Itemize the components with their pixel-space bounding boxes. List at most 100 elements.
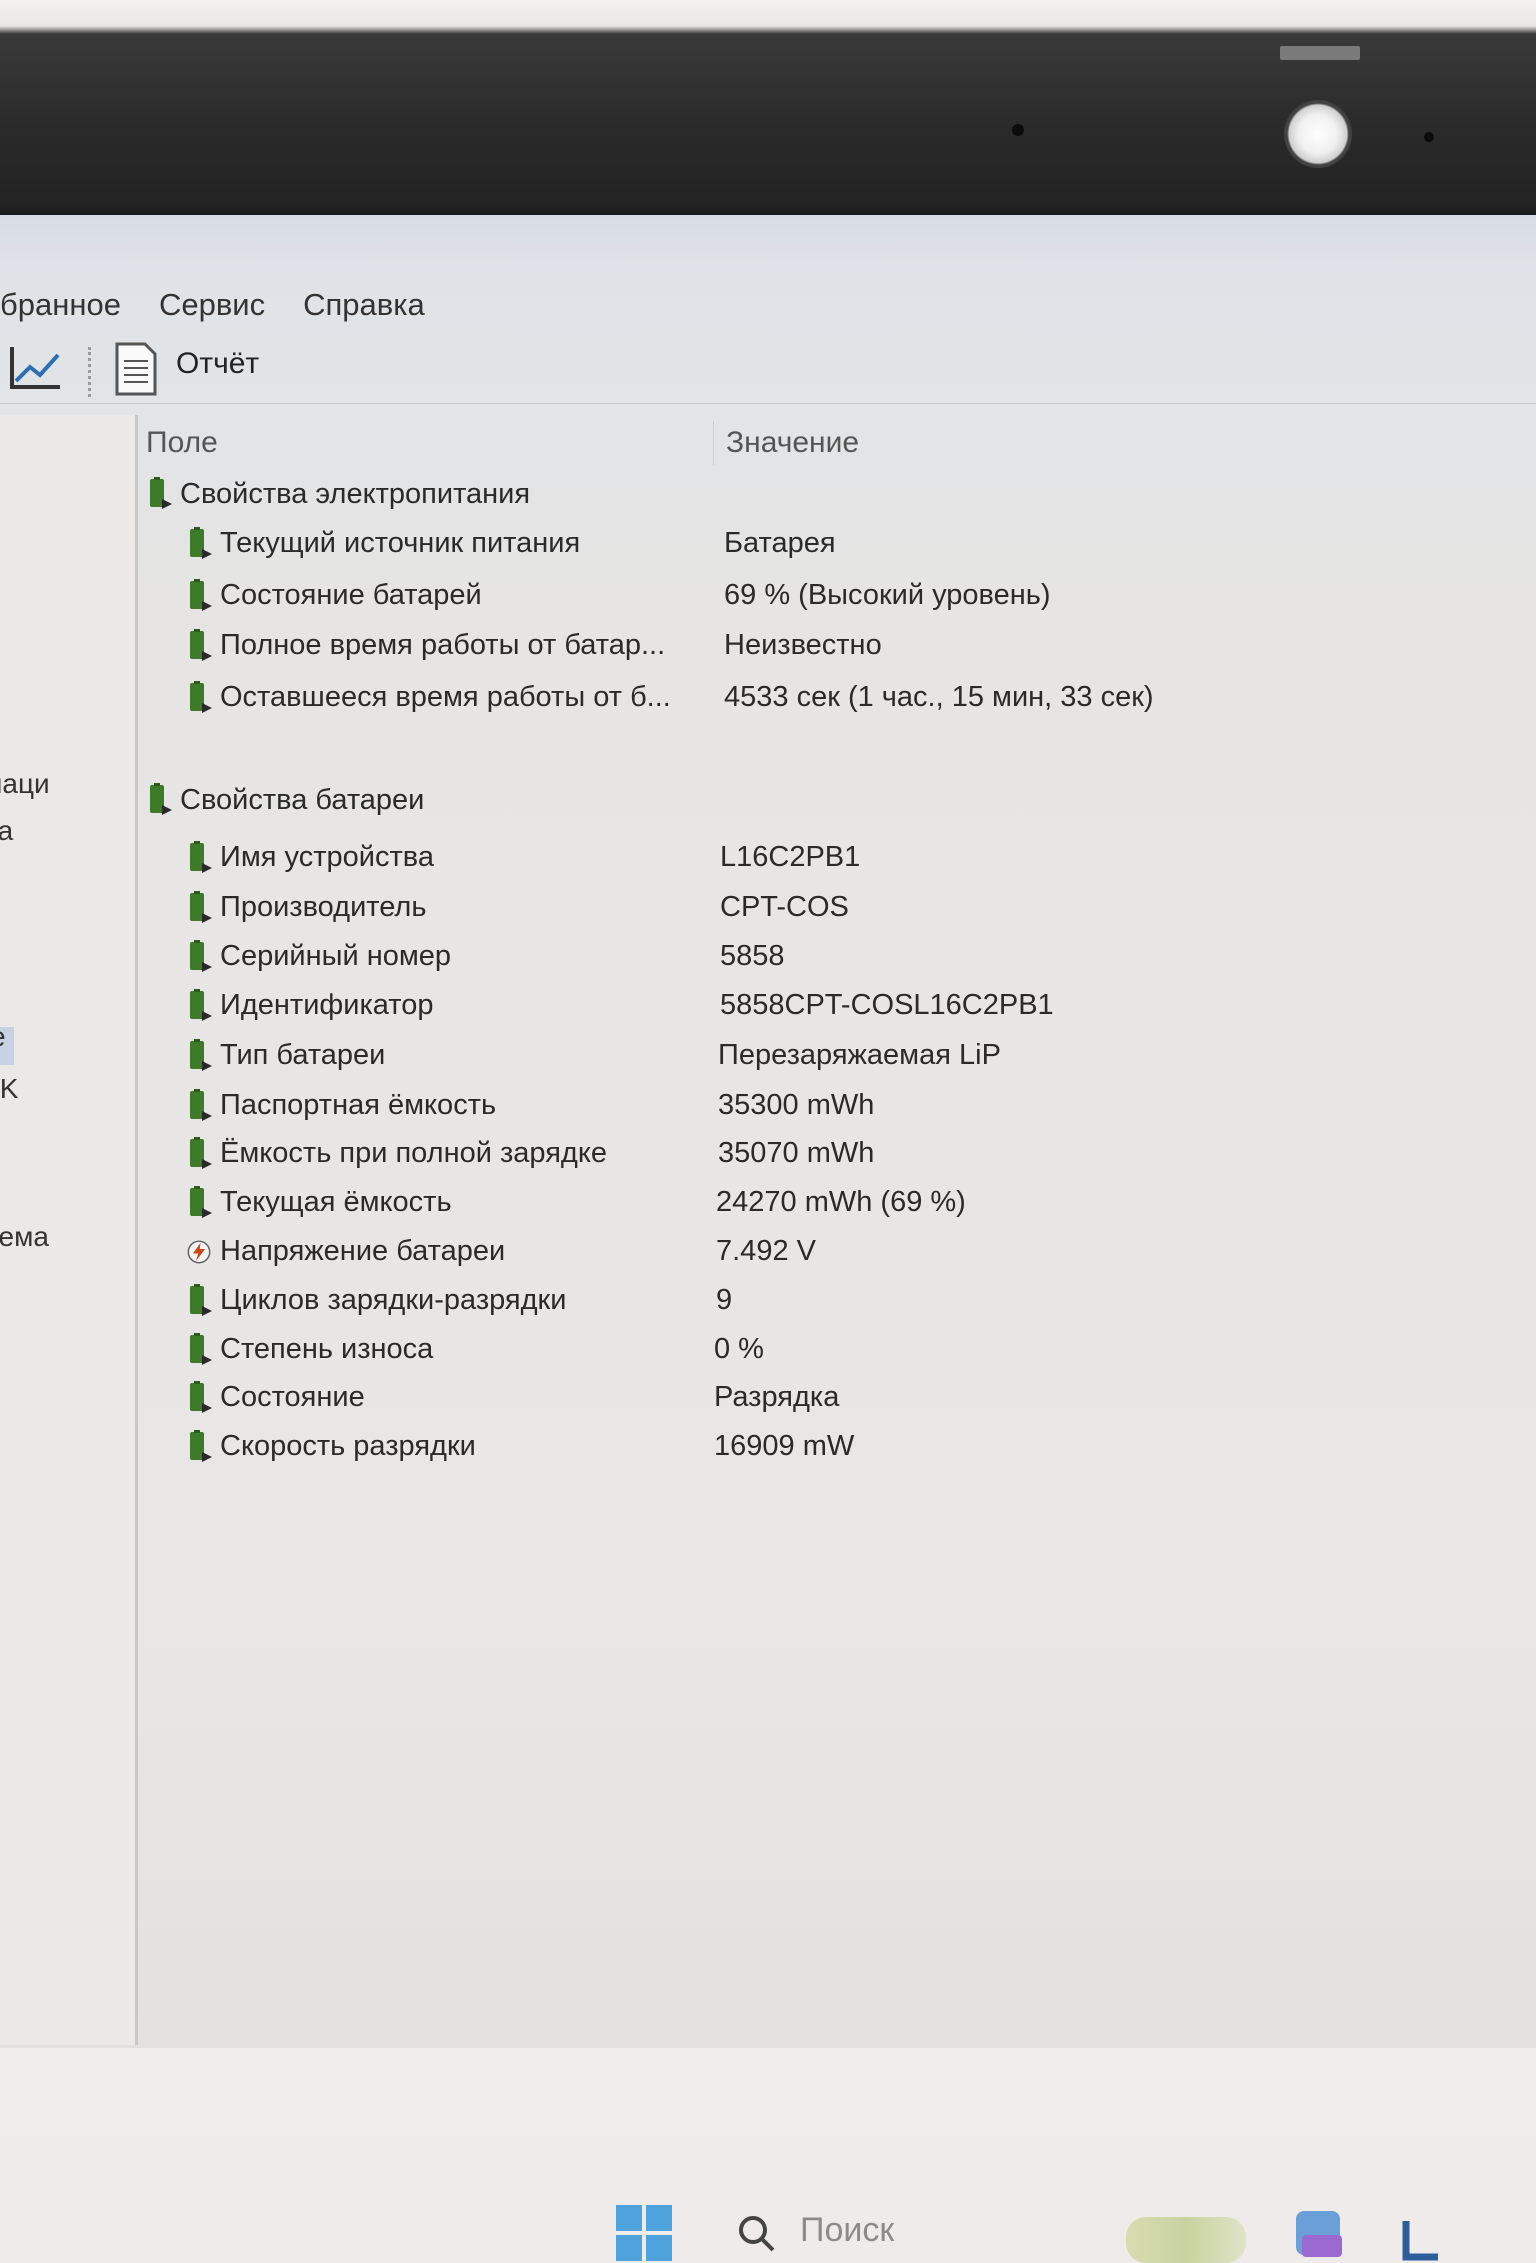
property-value: Батарея	[724, 527, 836, 559]
menu-help[interactable]: Справка	[303, 282, 425, 328]
property-field-label: Идентификатор	[220, 989, 434, 1021]
property-field: Производитель	[186, 885, 426, 929]
menu-favorites[interactable]: бранное	[0, 282, 121, 328]
laptop-bezel	[0, 0, 1536, 215]
property-field-label: Ёмкость при полной зарядке	[220, 1137, 607, 1169]
property-row[interactable]: Циклов зарядки-разрядки 9	[186, 1278, 1486, 1322]
property-value: Разрядка	[714, 1381, 840, 1413]
property-value: 5858	[720, 940, 785, 972]
property-value: Неизвестно	[724, 629, 882, 661]
property-value: 5858CPT-COSL16C2PB1	[720, 989, 1054, 1021]
left-panel-item[interactable]: стема	[0, 1221, 49, 1253]
report-button[interactable]: Отчёт	[176, 347, 259, 381]
property-field-label: Паспортная ёмкость	[220, 1089, 497, 1121]
property-field: Напряжение батареи	[186, 1229, 505, 1273]
column-header-value[interactable]: Значение	[726, 415, 859, 471]
property-row[interactable]: Серийный номер 5858	[186, 934, 1486, 978]
app-icon[interactable]	[1290, 2207, 1350, 2263]
left-panel-item[interactable]: ра	[0, 815, 13, 847]
battery-icon	[150, 477, 172, 510]
property-row[interactable]: Оставшееся время работы от б... 4533 сек …	[186, 675, 1486, 719]
property-row[interactable]: Текущий источник питания Батарея	[186, 521, 1486, 565]
property-field: Состояние	[186, 1375, 365, 1419]
property-field-label: Текущий источник питания	[220, 527, 581, 559]
property-value: 35300 mWh	[718, 1089, 875, 1121]
property-value: 7.492 V	[716, 1235, 816, 1267]
camera-led	[1424, 132, 1434, 142]
menu-service[interactable]: Сервис	[159, 282, 265, 328]
taskbar: Поиск	[0, 2173, 1536, 2263]
property-field: Скорость разрядки	[186, 1424, 476, 1468]
property-row[interactable]: Полное время работы от батар... Неизвестн…	[186, 623, 1486, 667]
property-field: Состояние батарей	[186, 573, 482, 617]
property-field: Ёмкость при полной зарядке	[186, 1131, 607, 1175]
property-value: 9	[716, 1284, 733, 1316]
document-icon[interactable]	[114, 341, 158, 397]
property-row[interactable]: Тип батареи Перезаряжаемая LiP	[186, 1033, 1486, 1077]
property-field: Текущая ёмкость	[186, 1180, 452, 1224]
left-panel-item[interactable]: е	[0, 1021, 6, 1053]
toolbar: Отчёт	[0, 333, 1536, 404]
property-row[interactable]: Имя устройства L16C2PB1	[186, 835, 1486, 879]
battery-icon	[190, 1039, 212, 1072]
taskbar-search[interactable]: Поиск	[800, 2211, 894, 2250]
property-row[interactable]: Состояние батарей 69 % (Высокий уровень)	[186, 573, 1486, 617]
section-header[interactable]: Свойства электропитания	[146, 477, 530, 521]
battery-icon	[190, 681, 212, 714]
property-row[interactable]: Производитель CPT-COS	[186, 885, 1486, 929]
lightning-icon	[187, 1240, 211, 1264]
battery-icon	[190, 1284, 212, 1317]
windows-start-icon[interactable]	[614, 2203, 674, 2263]
property-field-label: Состояние батарей	[220, 579, 482, 611]
screen: бранное Сервис Справка Отчёт ормаци ра е…	[0, 215, 1536, 2263]
battery-icon	[150, 783, 172, 816]
webcam	[1284, 100, 1352, 168]
property-row[interactable]: Степень износа 0 %	[186, 1327, 1486, 1371]
property-field: Паспортная ёмкость	[186, 1083, 496, 1127]
property-value: L16C2PB1	[720, 841, 861, 873]
column-header-field[interactable]: Поле	[146, 415, 218, 471]
left-panel-item[interactable]: ормаци	[0, 768, 50, 800]
property-value: 24270 mWh (69 %)	[716, 1186, 966, 1218]
sensor-dot	[1012, 124, 1024, 136]
property-row[interactable]: Напряжение батареи 7.492 V	[186, 1229, 1486, 1273]
property-row[interactable]: Скорость разрядки 16909 mW	[186, 1424, 1486, 1468]
property-field: Циклов зарядки-разрядки	[186, 1278, 566, 1322]
property-row[interactable]: Состояние Разрядка	[186, 1375, 1486, 1419]
search-icon[interactable]	[736, 2213, 776, 2253]
battery-icon	[190, 891, 212, 924]
chart-line-icon[interactable]	[8, 345, 62, 391]
property-field: Идентификатор	[186, 983, 433, 1027]
battery-icon	[190, 1381, 212, 1414]
battery-icon	[190, 841, 212, 874]
battery-icon	[190, 1186, 212, 1219]
taskbar-widget[interactable]	[1126, 2217, 1246, 2263]
property-field-label: Полное время работы от батар...	[220, 629, 666, 661]
property-row[interactable]: Ёмкость при полной зарядке 35070 mWh	[186, 1131, 1486, 1175]
property-field: Степень износа	[186, 1327, 433, 1371]
left-panel-item[interactable]: IK	[0, 1073, 18, 1105]
property-row[interactable]: Идентификатор 5858CPT-COSL16C2PB1	[186, 983, 1486, 1027]
property-field-label: Производитель	[220, 891, 427, 923]
property-field: Текущий источник питания	[186, 521, 580, 565]
battery-icon	[190, 989, 212, 1022]
battery-icon	[190, 1089, 212, 1122]
section-title: Свойства электропитания	[180, 477, 531, 510]
property-field-label: Оставшееся время работы от б...	[220, 681, 671, 713]
property-field-label: Состояние	[220, 1381, 365, 1413]
property-field-label: Скорость разрядки	[220, 1430, 476, 1462]
app-icon[interactable]	[1400, 2217, 1442, 2263]
battery-icon	[190, 1137, 212, 1170]
section-header[interactable]: Свойства батареи	[146, 783, 424, 827]
property-value: 69 % (Высокий уровень)	[724, 579, 1051, 611]
properties-list: Поле Значение Свойства электропитания Тек…	[138, 415, 1536, 1915]
battery-icon	[190, 629, 212, 662]
property-row[interactable]: Текущая ёмкость 24270 mWh (69 %)	[186, 1180, 1486, 1224]
property-value: CPT-COS	[720, 891, 849, 923]
property-field: Серийный номер	[186, 934, 451, 978]
section-title: Свойства батареи	[180, 783, 425, 816]
property-value: 4533 сек (1 час., 15 мин, 33 сек)	[724, 681, 1154, 713]
property-field-label: Тип батареи	[220, 1039, 386, 1071]
property-row[interactable]: Паспортная ёмкость 35300 mWh	[186, 1083, 1486, 1127]
column-separator[interactable]	[713, 421, 714, 465]
